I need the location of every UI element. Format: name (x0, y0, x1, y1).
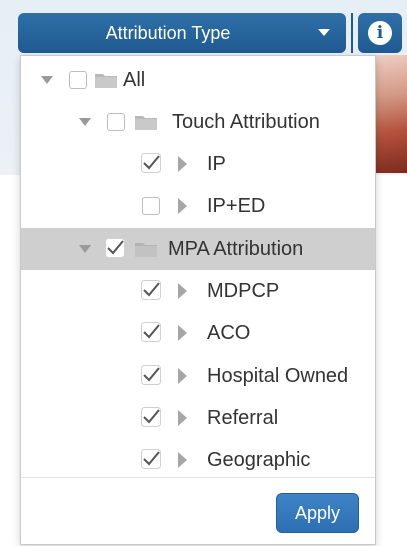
tree-label-ip-ed: IP+ED (207, 195, 266, 217)
checkbox-ip-ed[interactable] (142, 197, 160, 215)
checkmark-icon[interactable] (141, 365, 161, 385)
tree-row-touch-attribution[interactable]: Touch Attribution (21, 101, 375, 143)
folder-icon (135, 116, 157, 130)
caret-down-icon[interactable] (79, 118, 91, 126)
tree-label-mdpcp: MDPCP (207, 280, 280, 302)
checkmark-icon[interactable] (141, 153, 161, 173)
tree-row-mpa-attribution[interactable]: MPA Attribution (21, 228, 375, 270)
tree-row-hospital-owned[interactable]: Hospital Owned (21, 355, 375, 397)
caret-right-icon (178, 410, 187, 426)
tree-label-ip: IP (207, 153, 226, 175)
tree-row-ip[interactable]: IP (21, 143, 375, 185)
folder-icon (95, 74, 117, 88)
tree-row-mdpcp[interactable]: MDPCP (21, 270, 375, 312)
caret-right-icon (178, 198, 187, 214)
tree-row-aco[interactable]: ACO (21, 312, 375, 354)
caret-right-icon (178, 325, 187, 341)
checkmark-icon[interactable] (141, 322, 161, 342)
attribution-dropdown-panel: All Touch Attribution IP IP+ED MPA Attri… (20, 55, 376, 545)
tree-label-geographic: Geographic (207, 449, 311, 471)
dropdown-label: Attribution Type (105, 22, 231, 43)
tree-label-referral: Referral (207, 407, 279, 429)
tree-label-hospital-owned: Hospital Owned (207, 365, 349, 387)
header-divider (351, 13, 353, 53)
tree-row-geographic[interactable]: Geographic (21, 439, 375, 481)
caret-right-icon (178, 452, 187, 468)
checkmark-icon[interactable] (141, 407, 161, 427)
tree-label-all: All (123, 69, 146, 91)
info-button[interactable]: i (358, 13, 402, 53)
checkmark-icon[interactable] (105, 238, 125, 258)
chevron-down-icon (318, 29, 330, 36)
tree-row-ip-ed[interactable]: IP+ED (21, 185, 375, 227)
caret-right-icon (178, 283, 187, 299)
checkbox-touch-attribution[interactable] (107, 113, 125, 131)
tree-row-referral[interactable]: Referral (21, 397, 375, 439)
caret-down-icon[interactable] (79, 245, 91, 253)
attribution-type-dropdown[interactable]: Attribution Type (18, 13, 346, 53)
tree-label-mpa-attribution: MPA Attribution (168, 238, 304, 260)
info-icon: i (368, 21, 392, 45)
caret-right-icon (178, 156, 187, 172)
tree-label-aco: ACO (207, 322, 251, 344)
footer-divider (21, 477, 375, 478)
tree-row-all[interactable]: All (21, 59, 375, 101)
folder-icon (135, 243, 157, 257)
checkmark-icon[interactable] (141, 449, 161, 469)
caret-right-icon (178, 368, 187, 384)
checkmark-icon[interactable] (141, 280, 161, 300)
caret-down-icon[interactable] (41, 76, 53, 84)
checkbox-all[interactable] (69, 71, 87, 89)
apply-button[interactable]: Apply (276, 493, 359, 533)
tree-label-touch-attribution: Touch Attribution (172, 111, 320, 133)
